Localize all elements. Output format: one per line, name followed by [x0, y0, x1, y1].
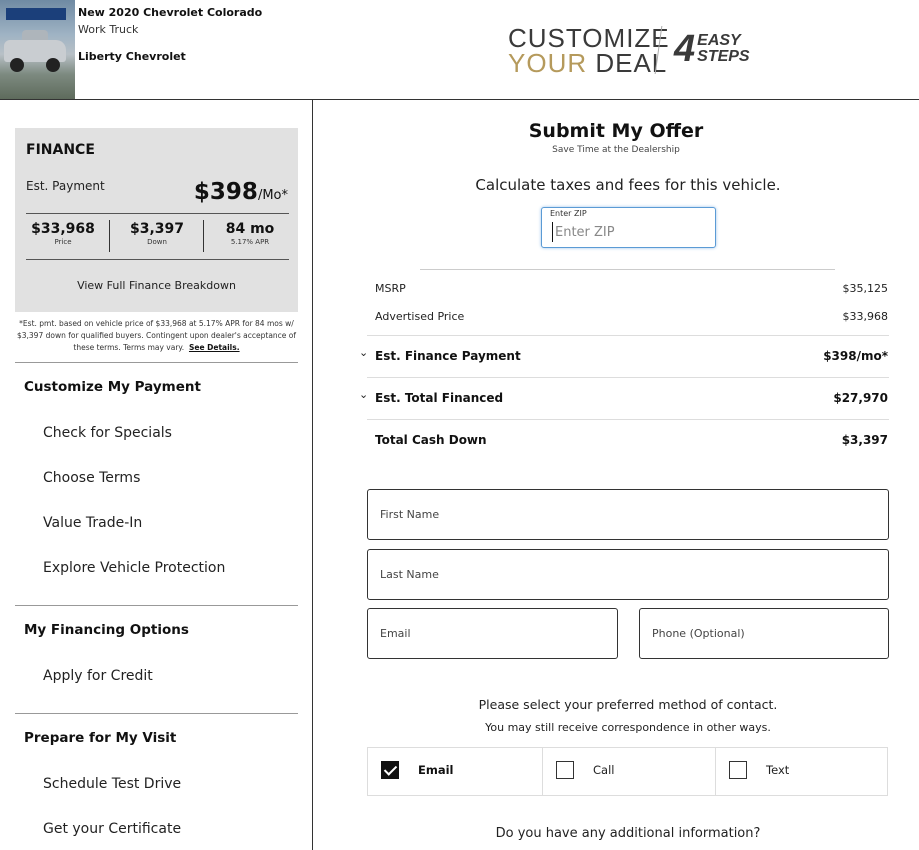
vehicle-thumbnail[interactable]	[0, 0, 75, 99]
contact-method-options: Email Call Text	[367, 747, 888, 796]
calc-taxes-text: Calculate taxes and fees for this vehicl…	[475, 176, 781, 194]
price-label: Price	[54, 238, 72, 246]
est-total-financed-value: $27,970	[833, 391, 888, 405]
dealer-sign-graphic	[6, 8, 66, 20]
contact-option-email-label: Email	[418, 763, 454, 777]
vehicle-trim: Work Truck	[78, 23, 139, 36]
last-name-input[interactable]	[380, 550, 880, 599]
page-title: Submit My Offer	[528, 120, 704, 142]
nav-section-customize-payment: Customize My Payment	[24, 379, 201, 395]
nav-item-choose-terms[interactable]: Choose Terms	[43, 470, 140, 486]
divider	[203, 220, 204, 252]
est-payment-label: Est. Payment	[26, 179, 105, 193]
divider	[367, 377, 889, 378]
steps-words: EASY STEPS	[697, 33, 749, 65]
chevron-down-icon[interactable]: ⌄	[359, 388, 368, 401]
finance-summary-card: FINANCE Est. Payment $398/Mo* $33,968 Pr…	[15, 128, 298, 312]
est-finance-payment-value: $398/mo*	[823, 349, 888, 363]
down-stat: $3,397 Down	[121, 221, 193, 246]
email-input[interactable]	[380, 609, 609, 658]
phone-field[interactable]	[639, 608, 889, 659]
contact-method-prompt: Please select your preferred method of c…	[478, 697, 778, 712]
nav-item-vehicle-protection[interactable]: Explore Vehicle Protection	[43, 560, 225, 576]
customize-your-deal-logo: CUSTOMIZE YOUR DEAL	[508, 23, 670, 76]
additional-info-prompt: Do you have any additional information?	[495, 826, 761, 841]
divider	[15, 362, 298, 363]
down-label: Down	[147, 238, 167, 246]
divider	[367, 419, 889, 420]
zip-field-label: Enter ZIP	[550, 209, 587, 218]
nav-section-financing-options: My Financing Options	[24, 622, 189, 638]
page-header: New 2020 Chevrolet Colorado Work Truck L…	[0, 0, 919, 100]
total-cash-down-value: $3,397	[841, 433, 888, 447]
steps-number: 4	[674, 28, 696, 70]
last-name-field[interactable]	[367, 549, 889, 600]
first-name-input[interactable]	[380, 490, 880, 539]
nav-section-prepare-visit: Prepare for My Visit	[24, 730, 177, 746]
left-sidebar: FINANCE Est. Payment $398/Mo* $33,968 Pr…	[0, 100, 313, 850]
est-payment-unit: /Mo*	[257, 188, 288, 203]
divider	[420, 269, 835, 270]
text-checkbox[interactable]	[729, 761, 747, 779]
total-cash-down-label: Total Cash Down	[375, 433, 487, 447]
dealer-name: Liberty Chevrolet	[78, 50, 186, 63]
term-value: 84 mo	[225, 221, 275, 237]
divider	[26, 213, 289, 214]
nav-item-apply-credit[interactable]: Apply for Credit	[43, 668, 153, 684]
advertised-price-value: $33,968	[842, 310, 889, 323]
call-checkbox[interactable]	[556, 761, 574, 779]
divider	[15, 713, 298, 714]
zip-input[interactable]	[552, 222, 702, 242]
truck-wheel-graphic	[10, 58, 24, 72]
divider	[15, 605, 298, 606]
msrp-value: $35,125	[842, 282, 889, 295]
nav-item-schedule-test-drive[interactable]: Schedule Test Drive	[43, 776, 181, 792]
contact-option-text[interactable]: Text	[715, 748, 887, 795]
zip-field[interactable]: Enter ZIP	[541, 207, 716, 248]
contact-option-call-label: Call	[593, 763, 615, 777]
est-finance-payment-label[interactable]: Est. Finance Payment	[375, 349, 521, 363]
steps-word-steps: STEPS	[697, 48, 750, 65]
contact-option-call[interactable]: Call	[542, 748, 715, 795]
chevron-down-icon[interactable]: ⌄	[359, 346, 368, 359]
divider	[26, 259, 289, 260]
vehicle-title: New 2020 Chevrolet Colorado	[78, 6, 263, 19]
est-payment-value: $398	[193, 179, 258, 205]
term-stat: 84 mo 5.17% APR	[213, 221, 287, 246]
divider	[109, 220, 110, 252]
steps-word-easy: EASY	[697, 32, 741, 49]
finance-disclaimer: *Est. pmt. based on vehicle price of $33…	[15, 318, 298, 354]
price-value: $33,968	[31, 221, 95, 237]
page-subtitle: Save Time at the Dealership	[552, 145, 680, 155]
nav-item-check-specials[interactable]: Check for Specials	[43, 425, 172, 441]
contact-option-text-label: Text	[766, 763, 790, 777]
est-payment-amount: $398/Mo*	[194, 179, 288, 205]
logo-line-customize: CUSTOMIZE	[508, 23, 670, 53]
view-full-finance-breakdown-link[interactable]: View Full Finance Breakdown	[15, 279, 298, 292]
divider	[367, 335, 889, 336]
see-details-link[interactable]: See Details.	[189, 343, 240, 352]
apr-label: 5.17% APR	[230, 238, 270, 246]
est-total-financed-label[interactable]: Est. Total Financed	[375, 391, 503, 405]
email-field[interactable]	[367, 608, 618, 659]
price-stat: $33,968 Price	[27, 221, 99, 246]
contact-method-subtext: You may still receive correspondence in …	[485, 721, 771, 734]
disclaimer-text: *Est. pmt. based on vehicle price of $33…	[16, 319, 297, 352]
logo-line-your-deal: YOUR DEAL	[508, 50, 670, 76]
contact-option-email[interactable]: Email	[368, 748, 542, 795]
down-value: $3,397	[129, 221, 185, 237]
truck-wheel-graphic	[46, 58, 60, 72]
nav-item-value-trade-in[interactable]: Value Trade-In	[43, 515, 142, 531]
phone-input[interactable]	[652, 609, 880, 658]
finance-title: FINANCE	[26, 142, 95, 158]
four-easy-steps-logo: 4 EASY STEPS	[674, 30, 750, 68]
advertised-price-label: Advertised Price	[375, 310, 465, 323]
msrp-label: MSRP	[375, 282, 406, 295]
nav-item-get-certificate[interactable]: Get your Certificate	[43, 821, 181, 837]
email-checkbox[interactable]	[381, 761, 399, 779]
first-name-field[interactable]	[367, 489, 889, 540]
logo-word-your: YOUR	[508, 48, 588, 78]
